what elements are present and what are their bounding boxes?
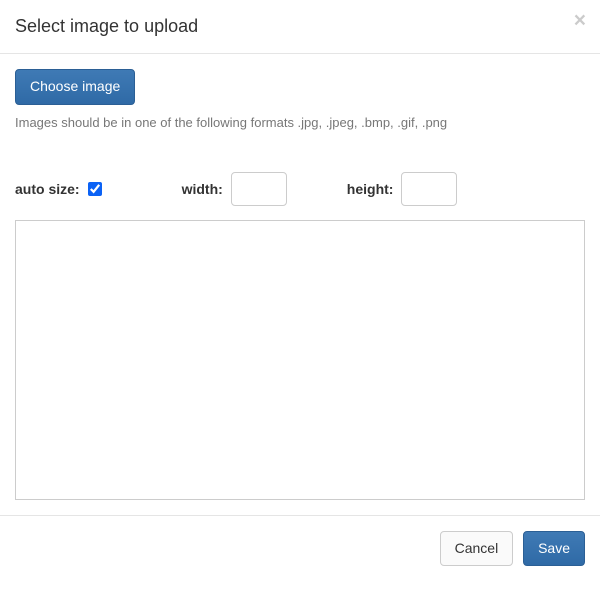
auto-size-checkbox[interactable]: [88, 182, 102, 196]
dialog-body: Choose image Images should be in one of …: [0, 54, 600, 515]
dialog-header: Select image to upload ×: [0, 0, 600, 54]
dialog-title: Select image to upload: [15, 14, 585, 39]
save-button[interactable]: Save: [523, 531, 585, 567]
height-input[interactable]: [401, 172, 457, 206]
height-label: height:: [347, 181, 394, 197]
auto-size-label: auto size:: [15, 181, 80, 197]
width-label: width:: [182, 181, 223, 197]
size-options-row: auto size: width: height:: [15, 172, 585, 206]
width-input[interactable]: [231, 172, 287, 206]
upload-image-dialog: Select image to upload × Choose image Im…: [0, 0, 600, 581]
format-help-text: Images should be in one of the following…: [15, 115, 585, 130]
choose-image-button[interactable]: Choose image: [15, 69, 135, 105]
cancel-button[interactable]: Cancel: [440, 531, 514, 567]
dialog-footer: Cancel Save: [0, 515, 600, 582]
image-preview-area[interactable]: [15, 220, 585, 500]
close-icon[interactable]: ×: [574, 10, 586, 31]
